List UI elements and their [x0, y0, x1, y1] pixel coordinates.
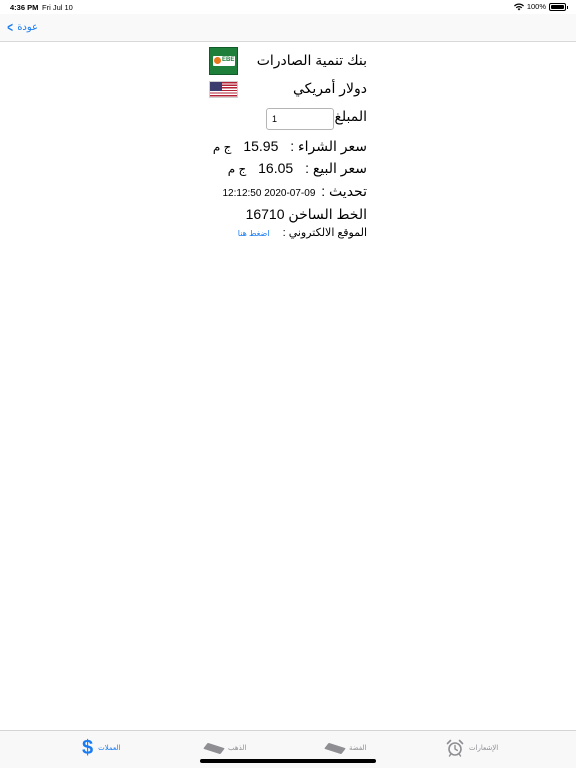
alarm-clock-icon [446, 739, 464, 757]
tab-gold[interactable]: الذهب [203, 735, 247, 761]
us-flag-icon [209, 81, 238, 98]
hotline-row: الخط الساخن 16710 [246, 206, 367, 223]
status-bar: 4:36 PM Fri Jul 10 100% [0, 0, 576, 14]
tab-alerts-label: الإشعارات [469, 745, 499, 752]
sell-unit: ج م [227, 162, 247, 176]
buy-unit: ج م [212, 140, 232, 154]
hotline-value: 16710 [245, 206, 285, 222]
amount-input[interactable] [266, 108, 334, 130]
sell-label: سعر البيع : [305, 160, 367, 176]
navigation-bar: < عودة [0, 14, 576, 42]
bank-logo: EBE [209, 47, 238, 75]
update-value: 09-07-2020 12:12:50 [222, 188, 316, 199]
status-date: Fri Jul 10 [42, 3, 73, 12]
gold-bar-icon [203, 742, 225, 754]
wifi-icon [513, 2, 524, 10]
status-time: 4:36 PM [10, 3, 39, 12]
tab-silver[interactable]: الفضة [324, 735, 367, 761]
tab-gold-label: الذهب [228, 745, 247, 752]
tab-silver-label: الفضة [349, 745, 367, 752]
logo-circle [214, 57, 221, 64]
chevron-left-icon: < [7, 19, 13, 35]
website-row: الموقع الالكتروني : اضغط هنا [238, 226, 367, 239]
battery-icon [549, 2, 568, 11]
tab-alerts[interactable]: الإشعارات [446, 735, 498, 761]
flag-canton [210, 82, 222, 91]
tab-currencies[interactable]: $ العملات [82, 735, 120, 761]
silver-bar-icon [324, 742, 346, 754]
currency-name: دولار أمريكي [292, 80, 367, 96]
update-label: تحديث : [321, 183, 367, 199]
buy-price-row: سعر الشراء : 15.95 ج م [213, 138, 367, 155]
back-label: عودة [17, 21, 39, 33]
sell-value: 16.05 [258, 160, 294, 176]
sell-price-row: سعر البيع : 16.05 ج م [228, 160, 367, 177]
amount-label: المبلغ [334, 108, 367, 124]
status-right: 100% [513, 2, 568, 11]
back-button[interactable]: < عودة [6, 20, 38, 34]
buy-label: سعر الشراء : [290, 138, 367, 154]
logo-text: EBE [222, 57, 235, 63]
buy-value: 15.95 [243, 138, 279, 154]
battery-percent: 100% [526, 2, 546, 11]
website-label: الموقع الالكتروني : [282, 227, 367, 239]
tab-currencies-label: العملات [98, 745, 121, 752]
home-indicator [200, 759, 376, 763]
update-row: تحديث : 09-07-2020 12:12:50 [222, 183, 367, 200]
dollar-icon: $ [82, 737, 94, 759]
bank-name: بنك تنمية الصادرات [256, 52, 367, 68]
main-content: EBE بنك تنمية الصادرات دولار أمريكي المب… [0, 42, 576, 730]
hotline-label: الخط الساخن [288, 206, 367, 222]
website-link[interactable]: اضغط هنا [238, 229, 270, 238]
battery-fill [551, 4, 564, 9]
